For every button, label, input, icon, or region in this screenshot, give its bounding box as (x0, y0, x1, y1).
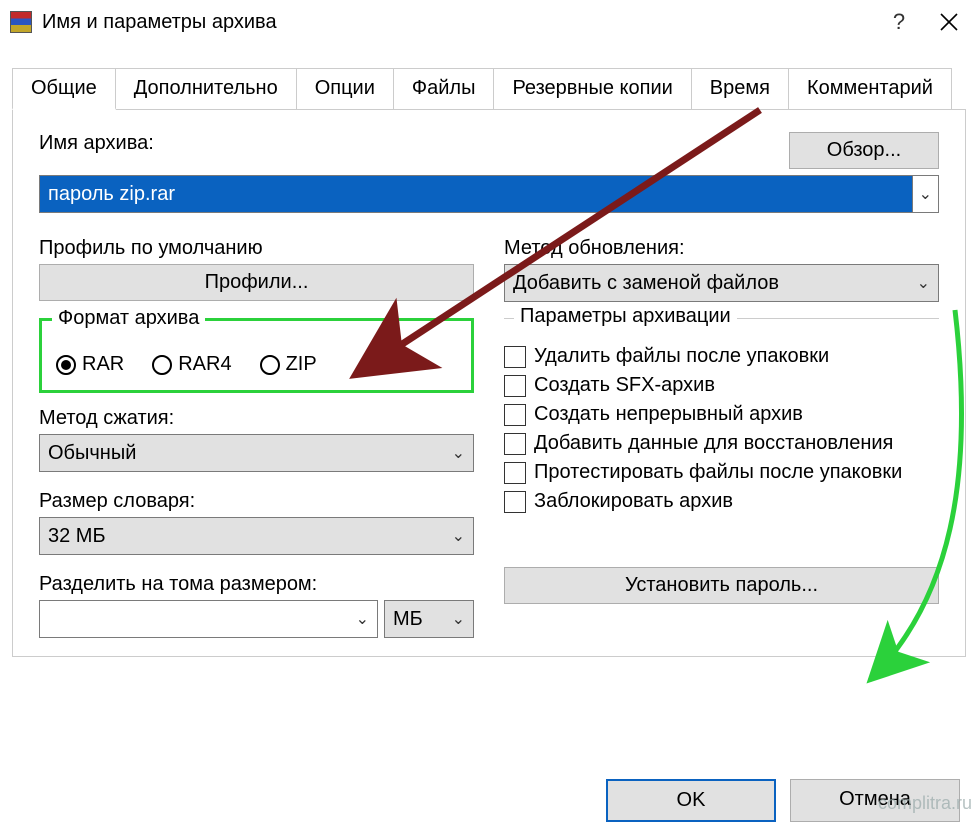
compression-label: Метод сжатия: (39, 407, 474, 430)
update-method-value: Добавить с заменой файлов (513, 272, 779, 295)
chk-sfx[interactable]: Создать SFX-архив (504, 374, 939, 397)
tab-general[interactable]: Общие (12, 68, 116, 110)
params-legend: Параметры архивации (514, 305, 737, 328)
general-panel: Имя архива: Обзор... пароль zip.rar ⌄ Пр… (12, 109, 966, 657)
chk-solid[interactable]: Создать непрерывный архив (504, 403, 939, 426)
compression-select[interactable]: Обычный ⌄ (39, 434, 474, 472)
split-label: Разделить на тома размером: (39, 573, 474, 596)
close-icon (940, 13, 958, 31)
chk-recovery[interactable]: Добавить данные для восстановления (504, 432, 939, 455)
app-icon (10, 11, 32, 33)
dict-label: Размер словаря: (39, 490, 474, 513)
format-legend: Формат архива (52, 307, 205, 330)
chevron-down-icon: ⌄ (452, 609, 465, 629)
chevron-down-icon: ⌄ (917, 273, 930, 293)
radio-dot-icon (152, 355, 172, 375)
checkbox-icon (504, 433, 526, 455)
tab-bar: Общие Дополнительно Опции Файлы Резервны… (0, 44, 978, 110)
checkbox-icon (504, 375, 526, 397)
split-unit-value: МБ (393, 608, 423, 631)
checkbox-icon (504, 462, 526, 484)
archive-name-input[interactable]: пароль zip.rar ⌄ (39, 175, 939, 213)
chk-lock[interactable]: Заблокировать архив (504, 490, 939, 513)
dict-value: 32 МБ (48, 525, 106, 548)
update-method-label: Метод обновления: (504, 237, 939, 260)
checkbox-icon (504, 404, 526, 426)
checkbox-icon (504, 346, 526, 368)
archiving-params-group: Параметры архивации Удалить файлы после … (504, 318, 939, 513)
update-method-select[interactable]: Добавить с заменой файлов ⌄ (504, 264, 939, 302)
split-size-input[interactable]: ⌄ (39, 600, 378, 638)
tab-time[interactable]: Время (691, 68, 789, 110)
archive-format-group: Формат архива RAR RAR4 ZIP (39, 318, 474, 393)
ok-button[interactable]: OK (606, 779, 776, 822)
help-button[interactable]: ? (874, 0, 924, 44)
chevron-down-icon: ⌄ (356, 609, 369, 629)
chevron-down-icon: ⌄ (912, 176, 938, 212)
compression-value: Обычный (48, 442, 136, 465)
tab-options[interactable]: Опции (296, 68, 394, 110)
profiles-button[interactable]: Профили... (39, 264, 474, 301)
tab-comment[interactable]: Комментарий (788, 68, 952, 110)
split-unit-select[interactable]: МБ ⌄ (384, 600, 474, 638)
watermark: complitra.ru (878, 793, 972, 814)
tab-advanced[interactable]: Дополнительно (115, 68, 297, 110)
tab-files[interactable]: Файлы (393, 68, 495, 110)
chevron-down-icon: ⌄ (452, 443, 465, 463)
browse-button[interactable]: Обзор... (789, 132, 939, 169)
archive-name-label: Имя архива: (39, 132, 779, 155)
window-title: Имя и параметры архива (42, 11, 874, 34)
profile-default-label: Профиль по умолчанию (39, 237, 474, 260)
chk-delete-after[interactable]: Удалить файлы после упаковки (504, 345, 939, 368)
radio-dot-icon (260, 355, 280, 375)
chevron-down-icon: ⌄ (452, 526, 465, 546)
close-button[interactable] (924, 0, 974, 44)
radio-rar[interactable]: RAR (56, 353, 124, 376)
dict-select[interactable]: 32 МБ ⌄ (39, 517, 474, 555)
chk-test[interactable]: Протестировать файлы после упаковки (504, 461, 939, 484)
checkbox-icon (504, 491, 526, 513)
set-password-button[interactable]: Установить пароль... (504, 567, 939, 604)
radio-dot-icon (56, 355, 76, 375)
titlebar: Имя и параметры архива ? (0, 0, 978, 44)
radio-rar4[interactable]: RAR4 (152, 353, 231, 376)
radio-zip[interactable]: ZIP (260, 353, 317, 376)
archive-name-value: пароль zip.rar (48, 183, 175, 206)
tab-backup[interactable]: Резервные копии (493, 68, 691, 110)
